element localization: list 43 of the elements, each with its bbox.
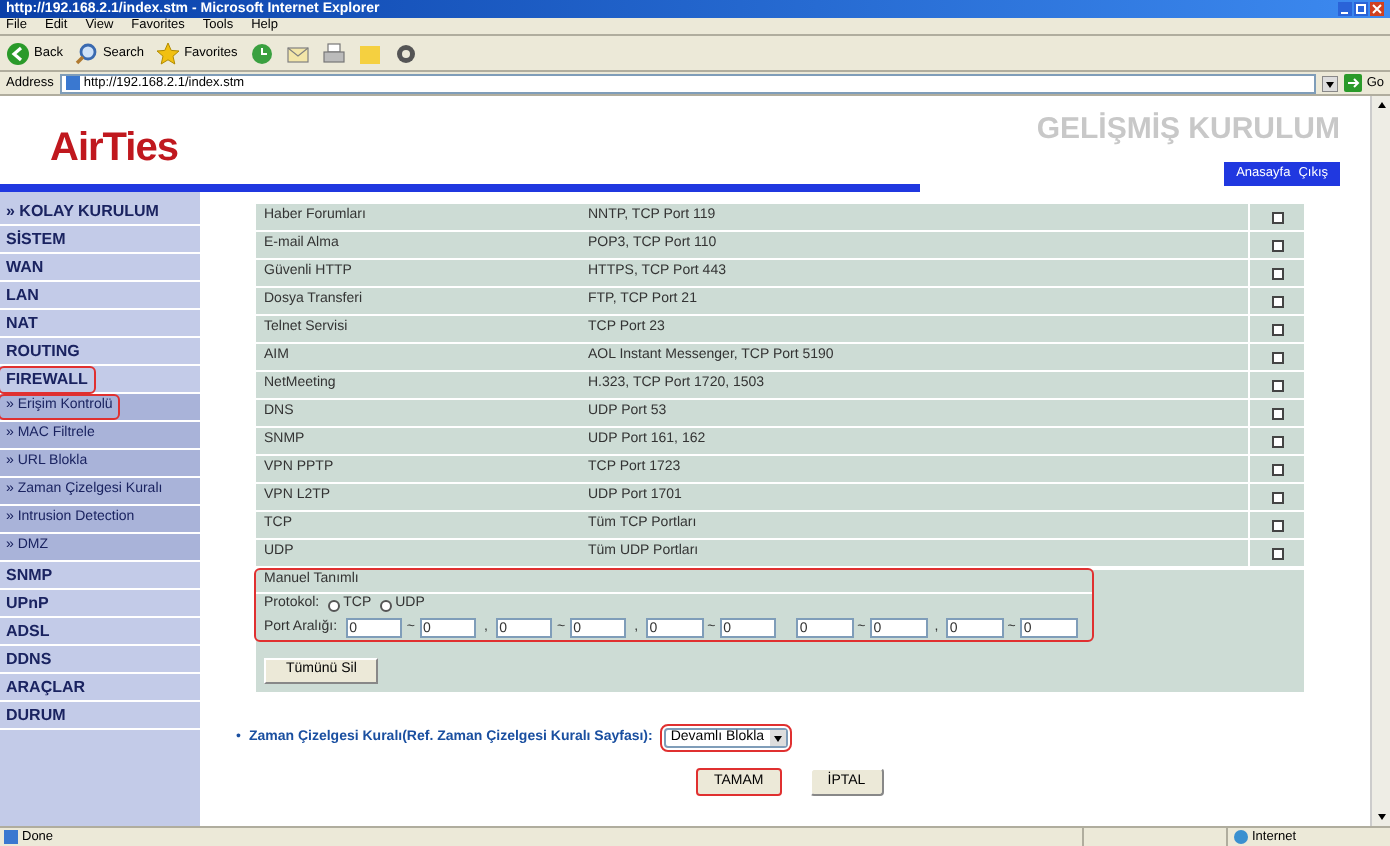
- checkbox[interactable]: [1271, 519, 1283, 531]
- dropdown-arrow-icon: [770, 730, 787, 746]
- maximize-icon[interactable]: [1354, 2, 1368, 16]
- globe-icon: [1234, 830, 1248, 844]
- sidebar-item[interactable]: UPnP: [0, 591, 55, 615]
- sidebar-item[interactable]: SNMP: [0, 563, 59, 587]
- page-icon: [4, 830, 18, 844]
- scrollbar[interactable]: [1370, 96, 1390, 826]
- checkbox[interactable]: [1271, 435, 1283, 447]
- sidebar-item[interactable]: SİSTEM: [0, 227, 72, 251]
- printer-icon[interactable]: [321, 41, 346, 65]
- star-icon: [156, 41, 181, 65]
- search-icon: [74, 41, 99, 65]
- sidebar-item[interactable]: ADSL: [0, 619, 56, 643]
- sidebar-item[interactable]: DURUM: [0, 703, 72, 727]
- checkbox[interactable]: [1271, 267, 1283, 279]
- radio-button[interactable]: [327, 599, 340, 611]
- sidebar-item[interactable]: NAT: [0, 311, 44, 335]
- sidebar-item[interactable]: WAN: [0, 255, 50, 279]
- checkbox[interactable]: [1271, 239, 1283, 251]
- minimize-icon[interactable]: [1338, 2, 1352, 16]
- history-icon[interactable]: [249, 41, 274, 65]
- checkbox[interactable]: [1271, 407, 1283, 419]
- checkbox[interactable]: [1271, 547, 1283, 559]
- sidebar-item[interactable]: ARAÇLAR: [0, 675, 92, 699]
- sidebar-item[interactable]: DDNS: [0, 647, 58, 671]
- page-icon: [65, 76, 80, 90]
- sidebar-item[interactable]: LAN: [0, 283, 45, 307]
- sidebar-item[interactable]: » KOLAY KURULUM: [0, 199, 165, 223]
- sidebar-item[interactable]: ROUTING: [0, 339, 86, 363]
- radio-button[interactable]: [379, 599, 392, 611]
- checkbox[interactable]: [1271, 491, 1283, 503]
- logo: AirTies: [50, 128, 178, 168]
- checkbox[interactable]: [1271, 295, 1283, 307]
- dropdown-arrow-icon[interactable]: [1322, 75, 1339, 91]
- close-icon[interactable]: [1370, 2, 1384, 16]
- checkbox[interactable]: [1271, 323, 1283, 335]
- mail-icon[interactable]: [285, 41, 310, 65]
- checkbox[interactable]: [1271, 379, 1283, 391]
- sidebar-item[interactable]: FIREWALL: [0, 367, 94, 391]
- checkbox[interactable]: [1271, 351, 1283, 363]
- checkbox[interactable]: [1271, 211, 1283, 223]
- checkbox[interactable]: [1271, 463, 1283, 475]
